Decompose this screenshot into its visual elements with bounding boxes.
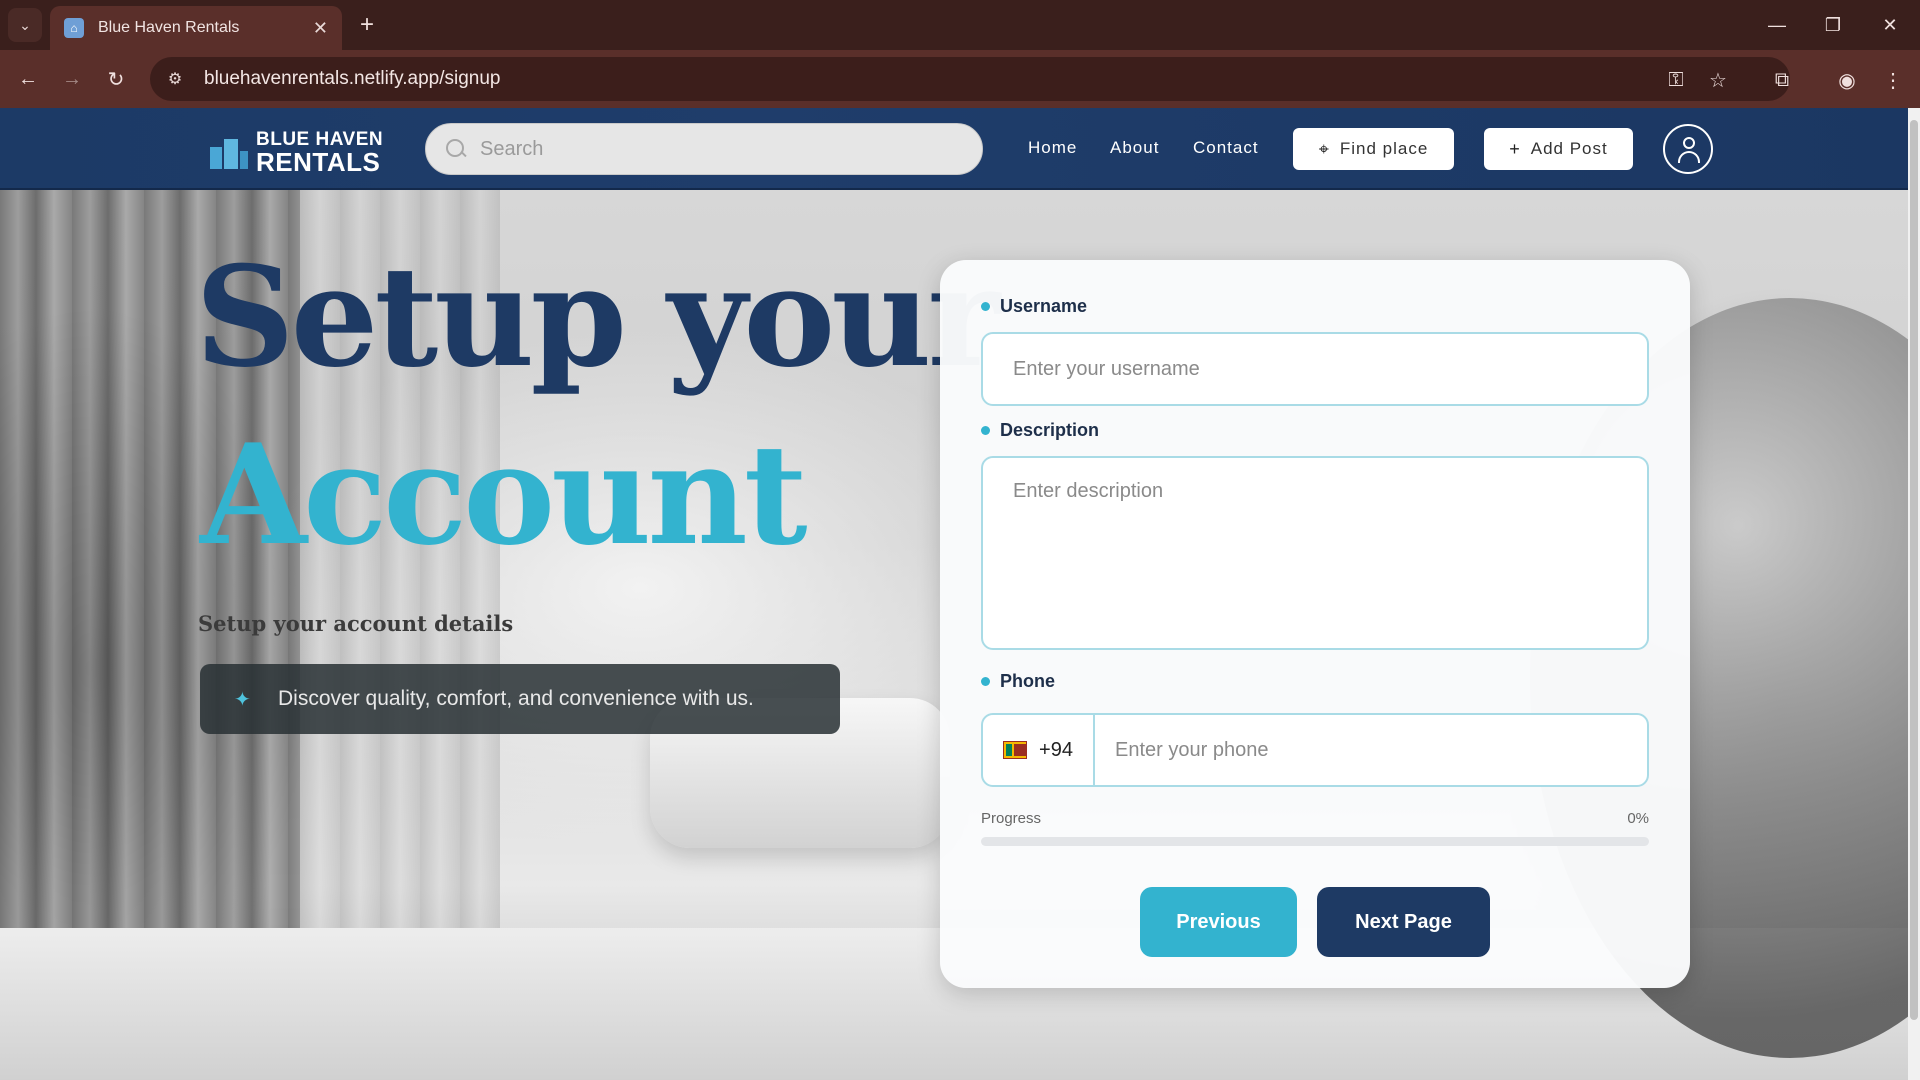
phone-placeholder: Enter your phone (1115, 738, 1269, 761)
phone-input[interactable]: Enter your phone (1095, 739, 1268, 762)
site-logo[interactable]: BLUE HAVEN RENTALS (208, 130, 383, 175)
progress-value: 0% (1627, 810, 1649, 827)
browser-tab-strip: ⌄ ⌂ Blue Haven Rentals ✕ + — ❐ ✕ (0, 0, 1920, 50)
tab-search-dropdown-icon[interactable]: ⌄ (8, 8, 42, 42)
sparkle-icon: ✦ (234, 688, 251, 711)
browser-tab[interactable]: ⌂ Blue Haven Rentals ✕ (50, 6, 342, 50)
signup-form-card: Username Enter your username Description… (940, 260, 1690, 988)
tagline-text: Discover quality, comfort, and convenien… (278, 687, 754, 710)
add-post-button[interactable]: + Add Post (1484, 128, 1633, 170)
nav-home[interactable]: Home (1028, 138, 1077, 158)
site-header: BLUE HAVEN RENTALS Search Home About Con… (0, 108, 1908, 190)
bookmark-star-icon[interactable]: ☆ (1701, 63, 1735, 97)
username-label: Username (981, 296, 1087, 317)
find-place-label: Find place (1339, 139, 1429, 158)
description-label: Description (981, 420, 1099, 441)
page-scrollbar[interactable] (1908, 108, 1920, 1080)
country-code: +94 (1039, 738, 1073, 761)
user-account-button[interactable] (1663, 124, 1713, 174)
nav-about[interactable]: About (1110, 138, 1159, 158)
minimize-icon[interactable]: — (1757, 10, 1797, 40)
tagline-banner: ✦ Discover quality, comfort, and conveni… (200, 664, 840, 734)
plus-icon: + (1509, 138, 1521, 159)
description-textarea[interactable]: Enter description (981, 456, 1649, 650)
close-tab-icon[interactable]: ✕ (313, 18, 328, 39)
bullet-icon (981, 677, 990, 686)
page-viewport: BLUE HAVEN RENTALS Search Home About Con… (0, 108, 1908, 1080)
reload-icon[interactable]: ↻ (100, 63, 132, 95)
search-placeholder: Search (480, 137, 544, 160)
progress-label: Progress (981, 810, 1042, 827)
phone-field: +94 Enter your phone (981, 713, 1649, 787)
hero-title-line1: Setup your (195, 235, 1000, 398)
add-post-label: Add Post (1530, 139, 1608, 158)
next-page-button[interactable]: Next Page (1317, 887, 1490, 957)
logo-mark-icon (208, 133, 252, 173)
browser-menu-icon[interactable]: ⋮ (1876, 63, 1910, 97)
back-icon[interactable]: ← (12, 63, 44, 95)
url-text: bluehavenrentals.netlify.app/signup (204, 68, 501, 89)
profile-icon[interactable]: ◉ (1830, 63, 1864, 97)
hero-subtitle: Setup your account details (198, 611, 514, 636)
map-pin-icon: ⌖ (1318, 138, 1330, 159)
username-input[interactable]: Enter your username (981, 332, 1649, 406)
forward-icon[interactable]: → (56, 63, 88, 95)
previous-button[interactable]: Previous (1140, 887, 1297, 957)
logo-line2: RENTALS (256, 147, 381, 177)
tab-title: Blue Haven Rentals (98, 19, 240, 36)
nav-contact[interactable]: Contact (1193, 138, 1259, 158)
sri-lanka-flag-icon (1003, 741, 1028, 759)
address-bar[interactable]: ⚙ bluehavenrentals.netlify.app/signup (150, 57, 1790, 101)
site-info-icon[interactable]: ⚙ (164, 68, 186, 90)
scrollbar-thumb[interactable] (1910, 120, 1918, 1020)
phone-label: Phone (981, 671, 1055, 692)
progress-bar (981, 837, 1649, 846)
extensions-icon[interactable]: ⧉ (1765, 63, 1799, 97)
bullet-icon (981, 426, 990, 435)
bullet-icon (981, 302, 990, 311)
password-key-icon[interactable]: ⚿ (1659, 63, 1693, 97)
site-favicon-icon: ⌂ (64, 18, 84, 38)
close-window-icon[interactable]: ✕ (1870, 10, 1910, 40)
search-icon (444, 137, 468, 161)
user-icon (1683, 137, 1695, 149)
hero-title-line2: Account (200, 413, 808, 576)
new-tab-icon[interactable]: + (352, 10, 382, 40)
find-place-button[interactable]: ⌖ Find place (1293, 128, 1454, 170)
browser-toolbar: ← → ↻ ⚙ bluehavenrentals.netlify.app/sig… (0, 50, 1920, 108)
restore-icon[interactable]: ❐ (1813, 10, 1853, 40)
search-input[interactable]: Search (425, 123, 983, 175)
country-code-select[interactable]: +94 (983, 715, 1095, 785)
description-placeholder: Enter description (1013, 480, 1164, 502)
username-placeholder: Enter your username (1013, 358, 1200, 380)
